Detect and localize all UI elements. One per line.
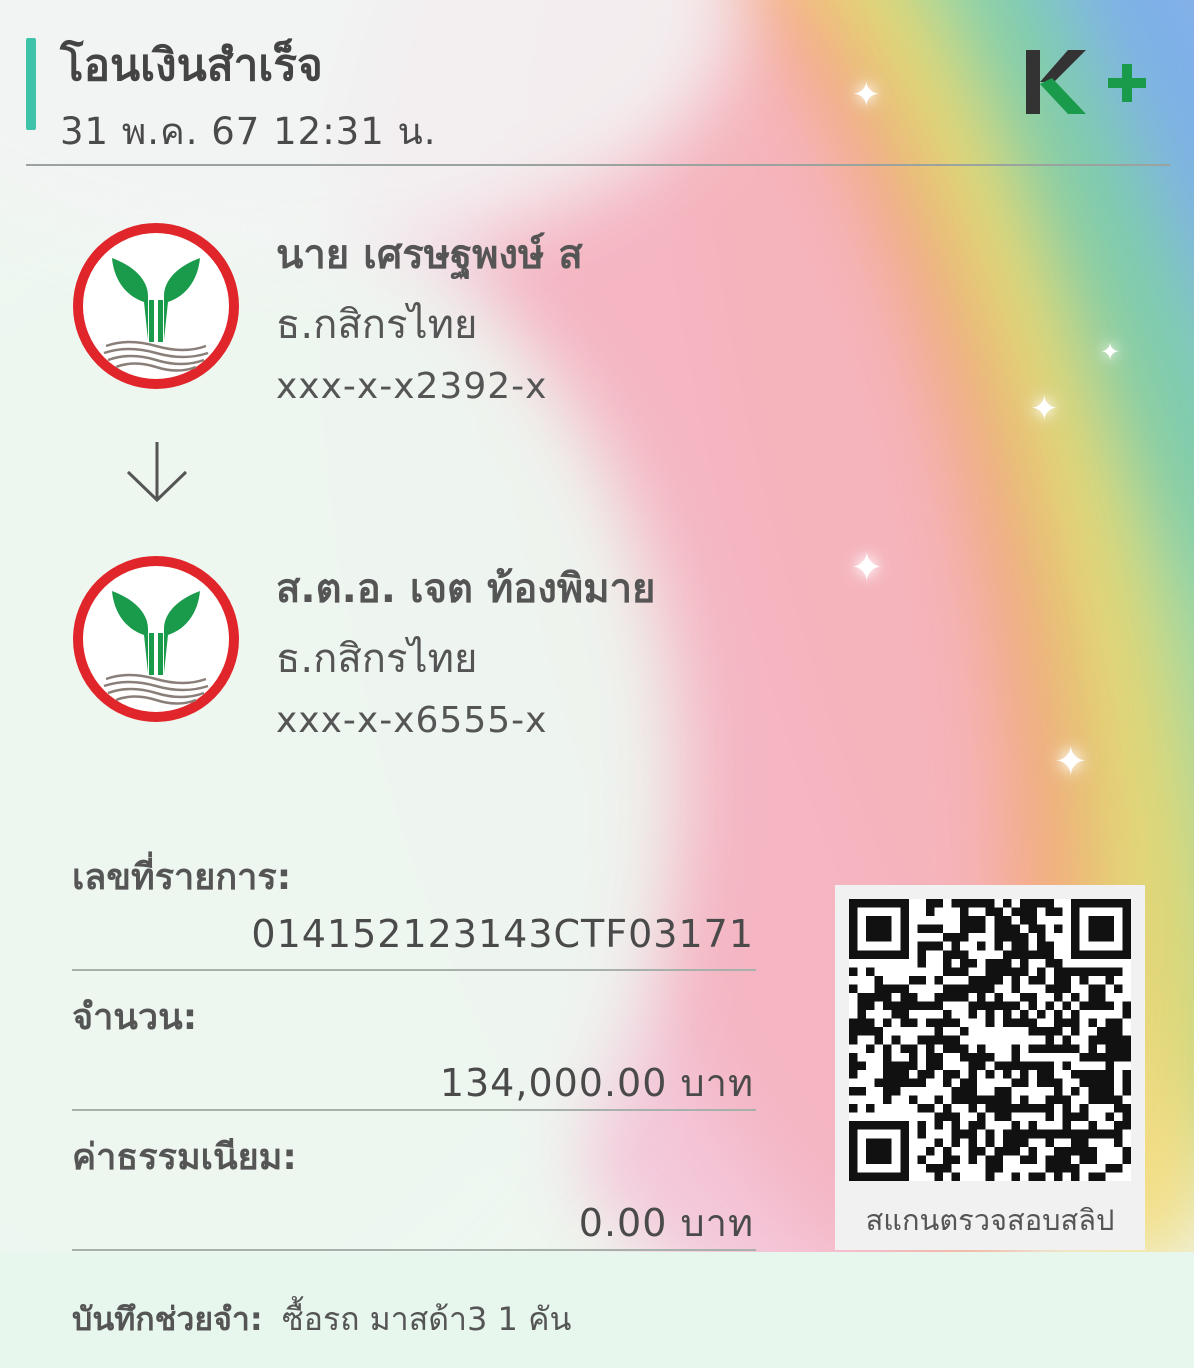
sender-bank: ธ.กสิกรไทย xyxy=(276,302,478,348)
receiver-bank: ธ.กสิกรไทย xyxy=(276,636,478,682)
sparkle-icon: ✦ xyxy=(850,545,884,591)
kbank-logo-icon xyxy=(73,223,239,389)
memo-label: บันทึกช่วยจำ: xyxy=(72,1300,263,1338)
divider xyxy=(72,1249,756,1251)
divider xyxy=(72,969,756,971)
fee-value: 0.00 บาท xyxy=(578,1201,754,1245)
qr-verify-box[interactable]: สแกนตรวจสอบสลิป xyxy=(835,885,1145,1250)
kplus-logo-icon xyxy=(1026,50,1146,114)
memo-value: ซื้อรถ มาสด้า3 1 คัน xyxy=(282,1300,572,1338)
sparkle-icon: ✦ xyxy=(1030,389,1059,429)
sparkle-icon: ✦ xyxy=(852,75,881,115)
reference-value: 014152123143CTF03171 xyxy=(251,912,754,956)
page-title: โอนเงินสำเร็จ xyxy=(60,40,323,91)
receiver-account: xxx-x-x6555-x xyxy=(276,700,548,741)
sender-account: xxx-x-x2392-x xyxy=(276,366,548,407)
transaction-datetime: 31 พ.ค. 67 12:31 น. xyxy=(60,110,437,153)
amount-value: 134,000.00 บาท xyxy=(439,1061,754,1105)
qr-caption: สแกนตรวจสอบสลิป xyxy=(865,1203,1115,1237)
reference-label: เลขที่รายการ: xyxy=(72,857,292,898)
qr-code[interactable] xyxy=(849,899,1131,1181)
sparkle-icon: ✦ xyxy=(1100,338,1121,366)
amount-label: จำนวน: xyxy=(72,997,198,1038)
sparkle-icon: ✦ xyxy=(1054,739,1088,785)
header-accent-bar xyxy=(26,38,36,130)
header-divider xyxy=(26,164,1170,166)
divider xyxy=(72,1109,756,1111)
fee-label: ค่าธรรมเนียม: xyxy=(72,1137,297,1178)
kbank-logo-icon xyxy=(73,556,239,722)
sender-name: นาย เศรษฐพงษ์ ส xyxy=(276,232,583,278)
receiver-name: ส.ต.อ. เจต ท้องพิมาย xyxy=(276,566,656,612)
arrow-down-icon xyxy=(126,442,188,503)
